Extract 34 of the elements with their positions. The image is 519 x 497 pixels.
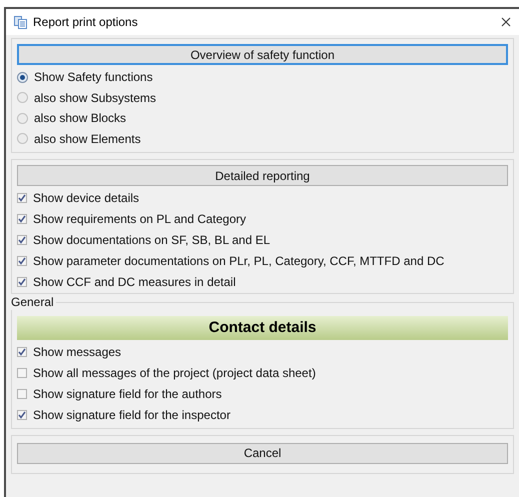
radio-button[interactable]	[17, 72, 28, 83]
option-label: Show requirements on PL and Category	[33, 210, 246, 228]
checkbox[interactable]	[17, 346, 27, 356]
section-header: Contact details	[17, 316, 508, 340]
option-label: Show CCF and DC measures in detail	[33, 274, 236, 290]
group-legend: General	[11, 295, 56, 310]
document-copy-icon	[14, 16, 27, 28]
checkbox[interactable]	[17, 192, 27, 202]
option-label: Show device details	[33, 190, 140, 206]
option-label: also show Blocks	[34, 110, 126, 128]
checkbox[interactable]	[17, 388, 27, 398]
checkbox[interactable]	[17, 410, 27, 420]
checkbox[interactable]	[17, 214, 27, 224]
radio-button[interactable]	[17, 133, 28, 144]
checkbox[interactable]	[17, 234, 27, 244]
radio-button[interactable]	[17, 112, 28, 124]
option-label: Show parameter documentations on PLr, PL, Category, CCF, MTTFD and DC	[33, 252, 444, 270]
option-label: also show Subsystems	[34, 90, 156, 107]
window-title: Report print options	[33, 14, 139, 31]
section-header: Overview of safety function	[17, 44, 508, 65]
option-label: Show signature field for the authors	[33, 386, 222, 402]
option-label: Show Safety functions	[34, 69, 153, 86]
cancel-button[interactable]: Cancel	[17, 442, 508, 464]
option-label: Show signature field for the inspector	[33, 406, 230, 424]
close-icon[interactable]	[501, 17, 511, 27]
radio-button[interactable]	[17, 92, 28, 104]
option-label: Show all messages of the project (project data sheet)	[33, 364, 316, 382]
option-label: also show Elements	[34, 130, 141, 148]
section-header: Detailed reporting	[17, 165, 508, 186]
checkbox[interactable]	[17, 256, 27, 266]
checkbox[interactable]	[17, 368, 27, 378]
option-label: Show documentations on SF, SB, BL and EL	[33, 232, 270, 248]
checkbox[interactable]	[17, 276, 27, 286]
option-label: Show messages	[33, 344, 122, 360]
